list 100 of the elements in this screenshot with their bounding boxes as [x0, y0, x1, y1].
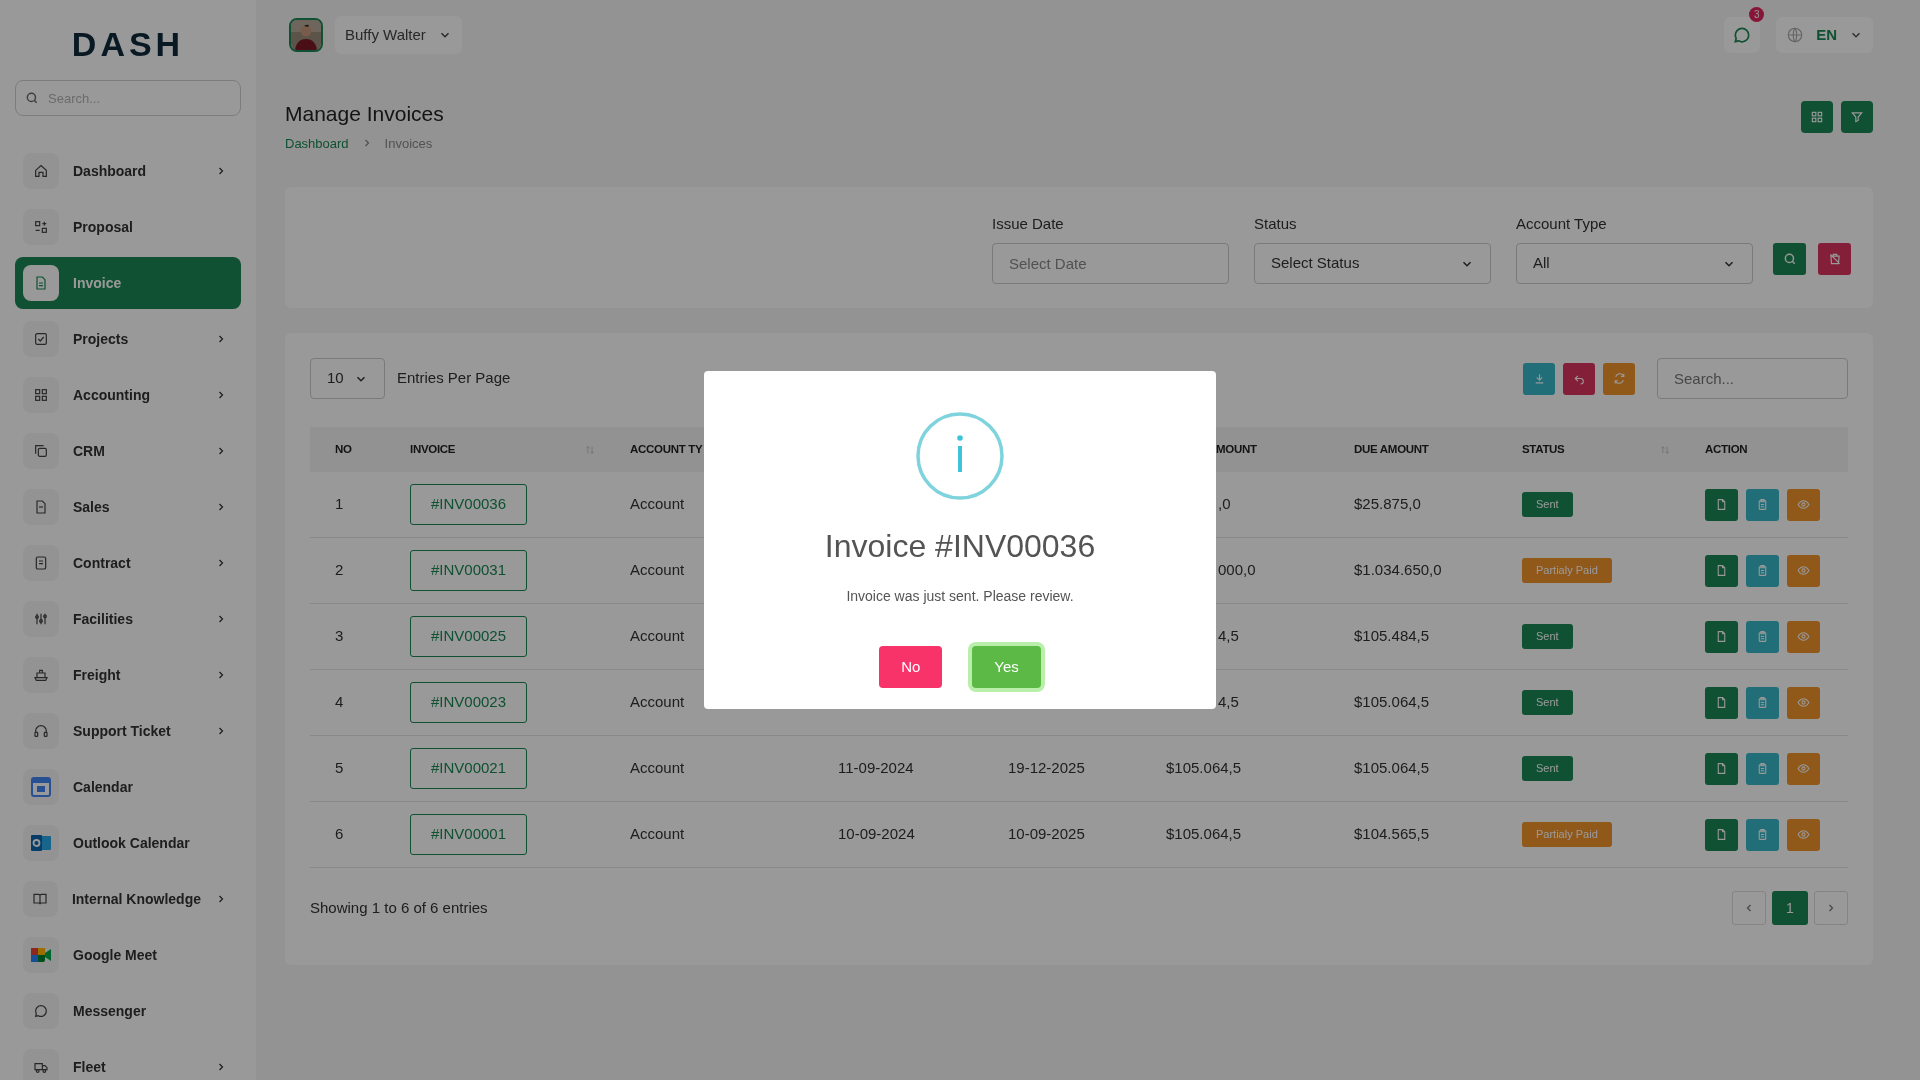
date-field[interactable]: Select Date	[992, 243, 1229, 284]
invoice-link[interactable]: #INV00023	[410, 682, 528, 723]
logo: DASH	[71, 27, 185, 61]
invoice-link[interactable]: #INV00025	[410, 616, 528, 657]
sidebar-item[interactable]: Internal Knowledge	[15, 873, 241, 925]
invoice-link[interactable]: #INV00036	[410, 484, 528, 525]
page-button[interactable]: 1	[1772, 891, 1808, 925]
sidebar-item[interactable]: Accounting	[15, 369, 241, 421]
trash-icon	[1827, 252, 1842, 266]
preview-button[interactable]	[1787, 752, 1820, 785]
column-header[interactable]: STATUS	[1522, 439, 1670, 460]
table-cell-text: $104.565,5	[1354, 824, 1430, 845]
view-document-button[interactable]	[1705, 554, 1738, 587]
table-cell-text: 2	[335, 560, 344, 581]
sidebar-item[interactable]: Dashboard	[15, 145, 241, 197]
book-icon	[32, 891, 49, 907]
table-cell-text: $25.875,0	[1354, 494, 1421, 515]
sidebar-item[interactable]: Freight	[15, 649, 241, 701]
view-document-button[interactable]	[1705, 488, 1738, 521]
sidebar-item[interactable]: Google Meet	[15, 929, 241, 981]
sidebar-item[interactable]: Facilities	[15, 593, 241, 645]
preview-button[interactable]	[1787, 554, 1820, 587]
preview-button[interactable]	[1787, 686, 1820, 719]
clear-filter-button[interactable]	[1818, 243, 1851, 275]
view-document-button[interactable]	[1705, 686, 1738, 719]
clipboard-button[interactable]	[1746, 818, 1779, 851]
column-header: NO	[335, 441, 353, 457]
table-search-field[interactable]: Search...	[1657, 358, 1848, 399]
mail-app-icon	[30, 833, 52, 853]
status-badge: Sent	[1522, 756, 1573, 781]
search-icon	[25, 91, 39, 105]
view-document-button[interactable]	[1705, 752, 1738, 785]
sidebar-item[interactable]: Invoice	[15, 257, 241, 309]
entries-select[interactable]: 10	[310, 358, 385, 399]
column-header[interactable]: INVOICE	[410, 439, 595, 460]
sidebar-item[interactable]: Contract	[15, 537, 241, 589]
clipboard-button[interactable]	[1746, 620, 1779, 653]
status-badge: Sent	[1522, 492, 1573, 517]
preview-button[interactable]	[1787, 818, 1820, 851]
sidebar-item[interactable]: Projects	[15, 313, 241, 365]
sidebar-item[interactable]: Messenger	[15, 985, 241, 1037]
ship-icon	[33, 667, 49, 683]
info-icon	[916, 412, 1004, 500]
previous-page-button[interactable]	[1732, 891, 1766, 925]
sort-icon	[1660, 444, 1670, 455]
eye-icon	[1797, 696, 1810, 709]
table-cell-text: 4	[335, 692, 344, 713]
table-cell-text: ,0	[1218, 494, 1231, 515]
column-header: ACTION	[1705, 441, 1749, 457]
globe-icon	[1786, 26, 1805, 44]
sidebar-item[interactable]: Sales	[15, 481, 241, 533]
table-cell-text: Account	[630, 494, 685, 515]
sidebar-item[interactable]: Proposal	[15, 201, 241, 253]
user-menu[interactable]: Buffy Walter	[335, 16, 462, 54]
sidebar-item[interactable]: Fleet	[15, 1041, 241, 1080]
clipboard-button[interactable]	[1746, 554, 1779, 587]
eye-icon	[1797, 630, 1810, 643]
view-document-button[interactable]	[1705, 818, 1738, 851]
filter-button[interactable]	[1841, 101, 1873, 133]
table-cell-text: 6	[335, 824, 344, 845]
messages-button[interactable]	[1724, 17, 1761, 53]
download-button[interactable]	[1523, 362, 1555, 395]
search-button[interactable]	[1773, 243, 1806, 275]
sidebar-item[interactable]: CRM	[15, 425, 241, 477]
table-cell-text: 4,5	[1218, 626, 1239, 647]
preview-button[interactable]	[1787, 620, 1820, 653]
refresh-icon	[1612, 372, 1626, 385]
select-field[interactable]: Select Status	[1254, 243, 1491, 284]
select-field[interactable]: All	[1516, 243, 1753, 284]
no-button[interactable]: No	[879, 646, 943, 688]
table-cell-text: 10-09-2024	[838, 824, 915, 845]
invoice-link[interactable]: #INV00001	[410, 814, 528, 855]
clipboard-button[interactable]	[1746, 488, 1779, 521]
clipboard-icon	[1756, 498, 1769, 511]
language-selector[interactable]: EN	[1776, 17, 1873, 53]
invoice-link[interactable]: #INV00021	[410, 748, 528, 789]
field-label: Issue Date	[992, 213, 1065, 234]
clipboard-button[interactable]	[1746, 752, 1779, 785]
next-page-button[interactable]	[1814, 891, 1848, 925]
checkbox-icon	[33, 331, 49, 347]
entries-summary: Showing 1 to 6 of 6 entries	[310, 897, 488, 918]
table-cell-text: Account	[630, 560, 685, 581]
notification-badge: 3	[1749, 7, 1765, 22]
undo-button[interactable]	[1563, 362, 1595, 395]
preview-button[interactable]	[1787, 488, 1820, 521]
eye-icon	[1797, 828, 1810, 841]
video-call-icon	[30, 945, 52, 965]
column-header: ACCOUNT TY	[630, 441, 704, 457]
sidebar-item[interactable]: Outlook Calendar	[15, 817, 241, 869]
document-icon	[1715, 498, 1728, 511]
breadcrumb-link[interactable]: Dashboard	[285, 133, 349, 153]
grid-view-button[interactable]	[1801, 101, 1833, 133]
refresh-button[interactable]	[1603, 362, 1635, 395]
document-icon	[1715, 564, 1728, 577]
sidebar-item[interactable]: Calendar	[15, 761, 241, 813]
copy-icon	[33, 443, 49, 459]
clipboard-button[interactable]	[1746, 686, 1779, 719]
invoice-link[interactable]: #INV00031	[410, 550, 528, 591]
view-document-button[interactable]	[1705, 620, 1738, 653]
sidebar-item[interactable]: Support Ticket	[15, 705, 241, 757]
